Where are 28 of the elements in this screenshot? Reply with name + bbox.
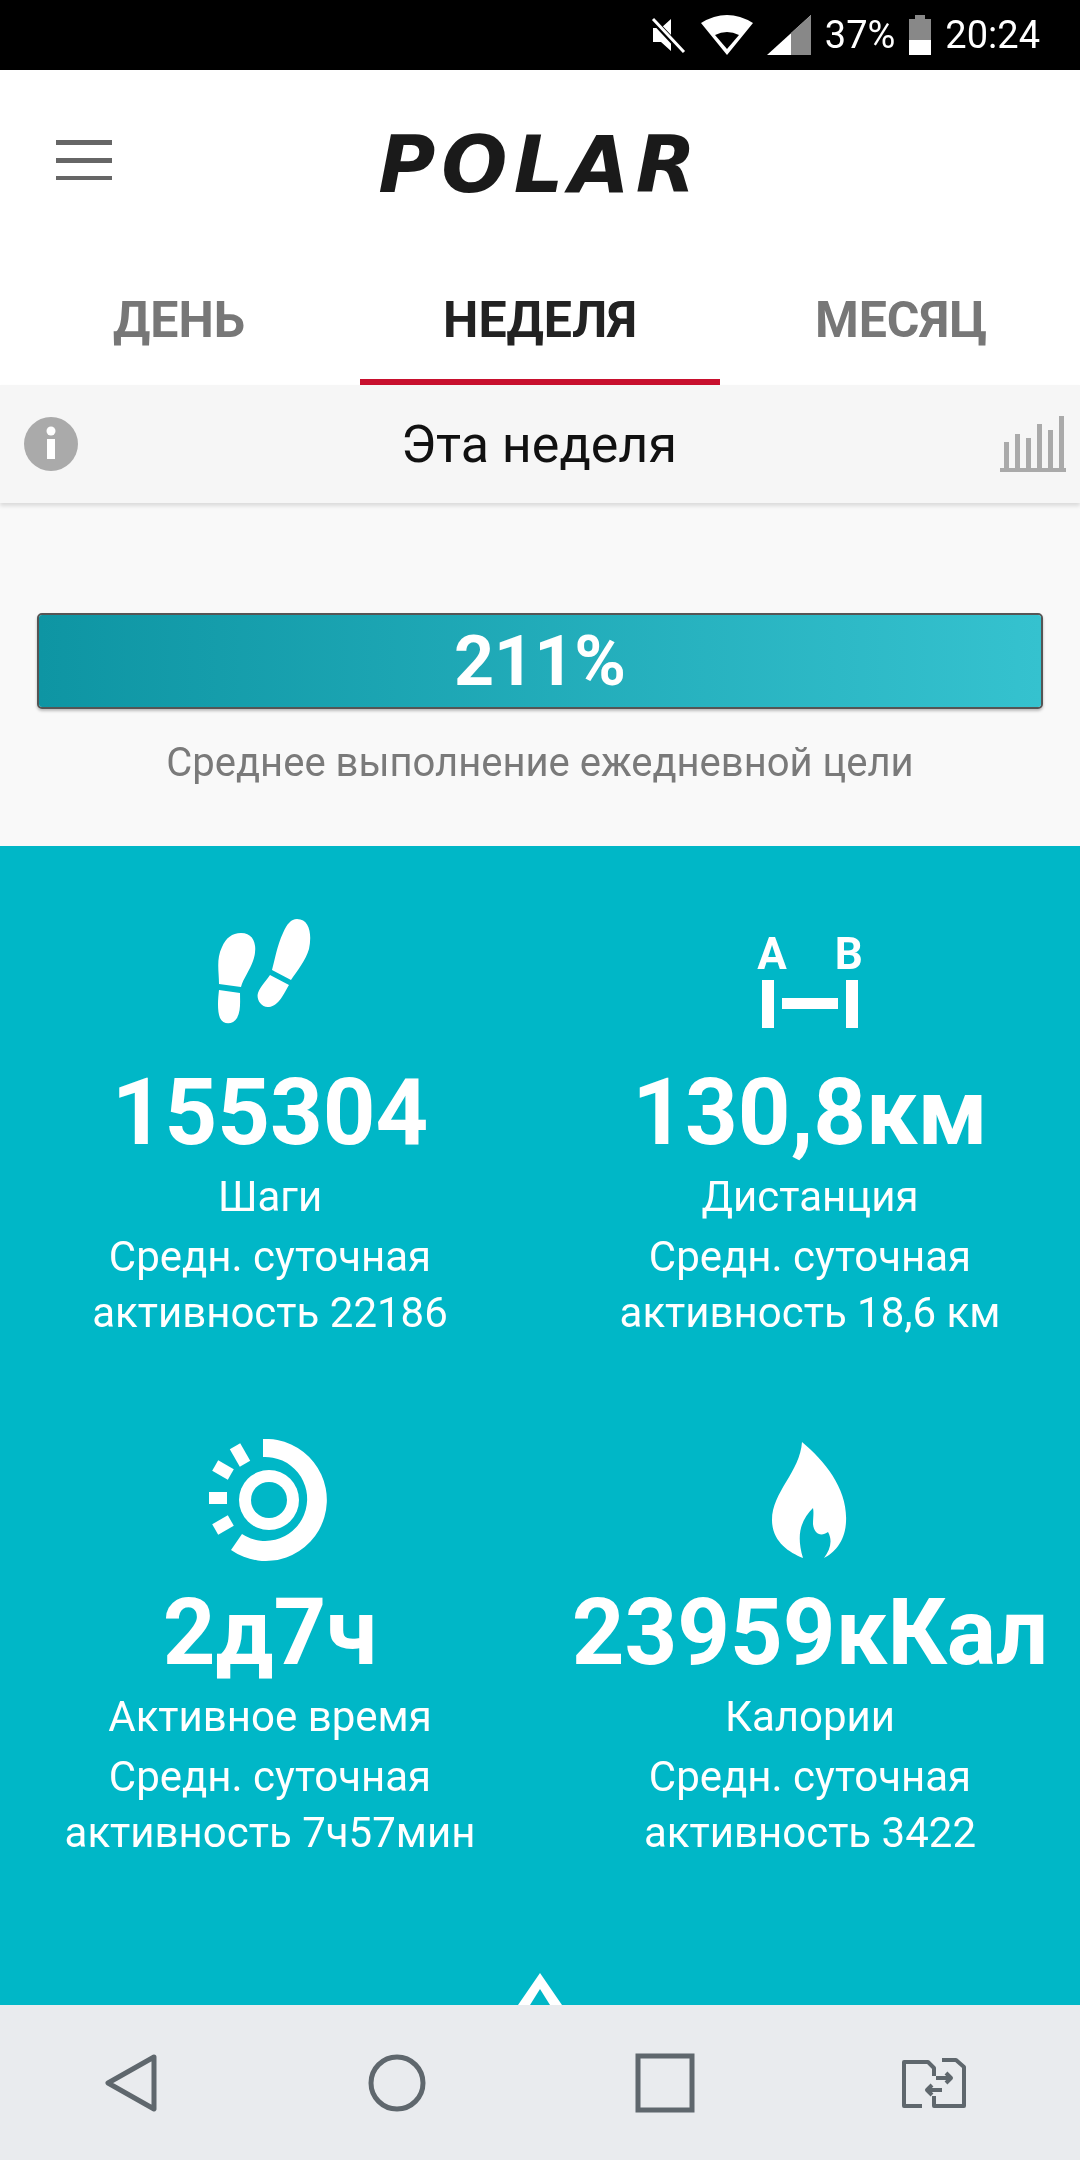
battery-percent: 37%	[824, 13, 896, 57]
stat-value: 130,8км	[632, 1058, 988, 1168]
stat-detail: Средн. суточная активность 3422	[643, 1751, 977, 1859]
stat-value: 155304	[111, 1058, 429, 1168]
flame-icon	[772, 1442, 848, 1558]
clock: 20:24	[945, 13, 1040, 57]
battery-icon	[909, 15, 932, 55]
stat-label: Шаги	[217, 1172, 323, 1221]
stat-label: Активное время	[108, 1692, 432, 1741]
tab[interactable]: ДЕНЬ	[2, 260, 356, 385]
stat-value: 2д7ч	[162, 1578, 378, 1688]
goal-caption: Среднее выполнение ежедневной цели	[166, 739, 914, 786]
stat-label: Дистанция	[701, 1172, 919, 1221]
home-icon[interactable]	[367, 2052, 428, 2113]
back-icon[interactable]	[103, 2052, 160, 2113]
stat-value: 23959кКал	[571, 1578, 1049, 1688]
stat-label: Калории	[724, 1692, 896, 1741]
menu-button[interactable]	[56, 140, 112, 183]
wifi-icon	[700, 15, 753, 55]
logo: POLAR	[378, 120, 702, 210]
stat-detail: Средн. суточная активность 18,6 км	[618, 1231, 1002, 1339]
goal-percent: 211%	[453, 620, 627, 702]
stat-detail: Средн. суточная активность 7ч57мин	[63, 1751, 477, 1859]
tab[interactable]: МЕСЯЦ	[724, 260, 1078, 385]
recents-icon[interactable]	[634, 2052, 695, 2113]
stat-detail: Средн. суточная активность 22186	[91, 1231, 449, 1339]
period-title: Эта неделя	[401, 413, 677, 475]
signal-icon	[766, 15, 811, 55]
